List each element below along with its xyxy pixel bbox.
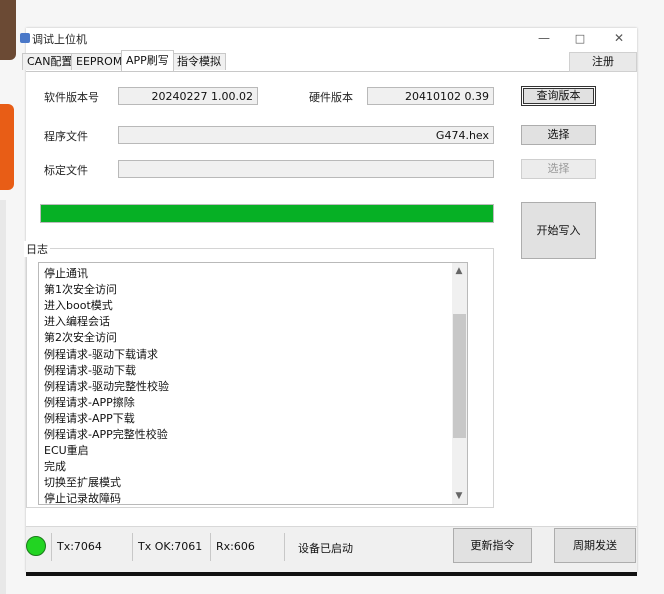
write-progress-fill bbox=[41, 205, 493, 222]
log-line: 例程请求-驱动下载 bbox=[44, 363, 136, 377]
tab-strip: CAN配置 EEPROM APP刷写 指令模拟 bbox=[22, 50, 637, 72]
status-divider bbox=[132, 533, 133, 561]
tab-command-sim[interactable]: 指令模拟 bbox=[172, 53, 226, 70]
scroll-thumb[interactable] bbox=[453, 314, 466, 438]
status-bar: Tx:7064 Tx OK:7061 Rx:606 设备已启动 更新指令 周期发… bbox=[26, 526, 637, 573]
window-title: 调试上位机 bbox=[32, 33, 87, 46]
device-status-text: 设备已启动 bbox=[298, 542, 353, 555]
log-line: ECU重启 bbox=[44, 444, 89, 458]
log-line: 切换至扩展模式 bbox=[44, 476, 121, 490]
log-line: 例程请求-驱动完整性校验 bbox=[44, 379, 169, 393]
log-line: 完成 bbox=[44, 460, 66, 474]
log-line: 进入编程会话 bbox=[44, 315, 110, 329]
program-file-field[interactable]: G474.hex bbox=[118, 126, 494, 144]
periodic-send-button[interactable]: 周期发送 bbox=[554, 528, 636, 563]
software-version-label: 软件版本号 bbox=[44, 91, 99, 104]
app-icon bbox=[20, 33, 30, 43]
window-bottom-edge bbox=[26, 572, 637, 576]
log-line: 停止通讯 bbox=[44, 267, 88, 280]
background-edge-fragment bbox=[0, 0, 16, 60]
maximize-icon[interactable]: □ bbox=[565, 28, 595, 48]
tab-eeprom[interactable]: EEPROM bbox=[71, 53, 128, 70]
tx-ok-count: Tx OK:7061 bbox=[138, 540, 203, 553]
title-bar: 调试上位机 — □ ✕ bbox=[20, 28, 637, 50]
write-progress-bar bbox=[40, 204, 494, 223]
tab-app-flash[interactable]: APP刷写 bbox=[121, 50, 174, 71]
log-line: 进入boot模式 bbox=[44, 299, 113, 313]
log-line: 例程请求-APP擦除 bbox=[44, 395, 135, 409]
rx-count: Rx:606 bbox=[216, 540, 255, 553]
tab-can-config[interactable]: CAN配置 bbox=[22, 53, 78, 70]
status-divider bbox=[210, 533, 211, 561]
program-file-label: 程序文件 bbox=[44, 130, 88, 143]
log-listbox[interactable]: 停止通讯第1次安全访问 进入boot模式 进入编程会话 第2次安全访问例程请求-驱动下… bbox=[38, 262, 468, 505]
update-command-button[interactable]: 更新指令 bbox=[453, 528, 532, 563]
log-line: 第1次安全访问 bbox=[44, 283, 117, 297]
select-program-file-button[interactable]: 选择 bbox=[521, 125, 596, 145]
log-group-label: 日志 bbox=[24, 241, 50, 257]
background-edge-strip bbox=[0, 200, 6, 594]
scroll-up-icon[interactable]: ▲ bbox=[452, 264, 466, 278]
start-write-button[interactable]: 开始写入 bbox=[521, 202, 596, 259]
log-line: 例程请求-APP完整性校验 bbox=[44, 428, 168, 441]
status-divider bbox=[284, 533, 285, 561]
select-calibration-file-button[interactable]: 选择 bbox=[521, 159, 596, 179]
tx-count: Tx:7064 bbox=[57, 540, 102, 553]
log-line: 例程请求-驱动下载请求 bbox=[44, 347, 158, 361]
log-line: 例程请求-APP下载 bbox=[44, 411, 135, 425]
query-version-button[interactable]: 查询版本 bbox=[521, 86, 596, 106]
hardware-version-label: 硬件版本 bbox=[309, 91, 353, 104]
register-button[interactable]: 注册 bbox=[569, 52, 637, 72]
connection-status-led bbox=[26, 536, 46, 556]
scroll-down-icon[interactable]: ▼ bbox=[452, 489, 466, 503]
log-line: 停止记录故障码 bbox=[44, 492, 121, 505]
log-line: 第2次安全访问 bbox=[44, 331, 117, 345]
log-scrollbar[interactable]: ▲ ▼ bbox=[452, 263, 467, 504]
close-icon[interactable]: ✕ bbox=[604, 28, 634, 48]
minimize-icon[interactable]: — bbox=[529, 28, 559, 48]
app-window: 调试上位机 — □ ✕ CAN配置 EEPROM APP刷写 指令模拟 注册 软… bbox=[20, 28, 637, 573]
calibration-file-label: 标定文件 bbox=[44, 164, 88, 177]
hardware-version-field[interactable]: 20410102 0.39 bbox=[367, 87, 494, 105]
status-divider bbox=[51, 533, 52, 561]
background-edge-fragment-orange bbox=[0, 104, 14, 190]
software-version-field[interactable]: 20240227 1.00.02 bbox=[118, 87, 258, 105]
calibration-file-field[interactable] bbox=[118, 160, 494, 178]
